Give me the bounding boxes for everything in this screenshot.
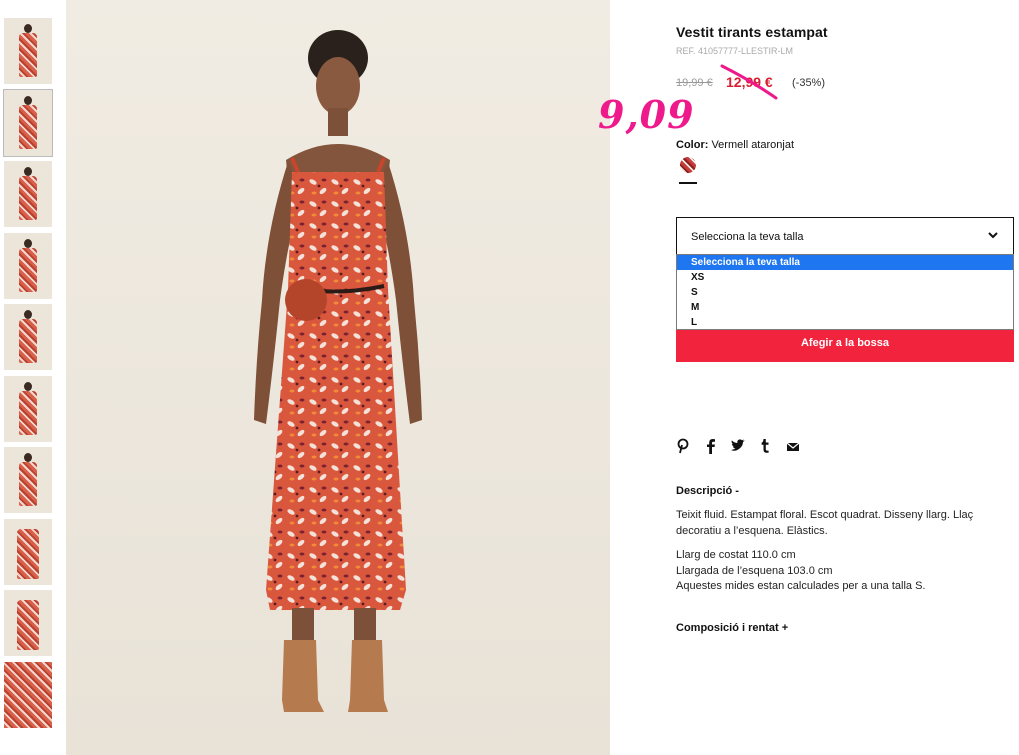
- handwritten-price-annotation: 9,09: [598, 92, 695, 137]
- product-reference: REF. 41057777-LLESTIR-LM: [676, 46, 794, 56]
- size-select-value: Selecciona la teva talla: [691, 231, 804, 243]
- thumbnail-10[interactable]: [4, 661, 52, 728]
- thumbnail-6[interactable]: [4, 375, 52, 442]
- thumbnail-7[interactable]: [4, 447, 52, 513]
- size-option-m[interactable]: M: [677, 300, 1013, 315]
- measurement-note: Aquestes mides estan calculades per a un…: [676, 580, 926, 592]
- tumblr-icon[interactable]: [760, 438, 776, 454]
- product-page: Vestit tirants estampat REF. 41057777-LL…: [0, 0, 1019, 755]
- thumbnail-3[interactable]: [4, 161, 52, 227]
- thumbnail-9[interactable]: [4, 590, 52, 656]
- twitter-icon[interactable]: [730, 438, 746, 454]
- product-photo: [66, 0, 610, 755]
- model-illustration: [254, 30, 422, 712]
- size-dropdown-list: Selecciona la teva talla XS S M L: [676, 254, 1014, 330]
- thumbnail-8[interactable]: [4, 518, 52, 585]
- product-title: Vestit tirants estampat: [676, 24, 828, 40]
- size-option-s[interactable]: S: [677, 285, 1013, 300]
- thumbnail-2[interactable]: [3, 88, 53, 157]
- measurement-side-length: Llarg de costat 110.0 cm: [676, 549, 796, 561]
- swatch-selected-indicator: [679, 182, 697, 184]
- pinterest-icon[interactable]: [676, 438, 692, 454]
- thumbnail-1[interactable]: [4, 18, 52, 84]
- mail-icon[interactable]: [786, 438, 802, 454]
- measurement-back-length: Llargada de l’esquena 103.0 cm: [676, 564, 833, 577]
- measurements: Llarg de costat 110.0 cm Llargada de l’e…: [676, 548, 925, 595]
- floral-swatch-icon[interactable]: [680, 157, 696, 173]
- size-option-placeholder[interactable]: Selecciona la teva talla: [677, 255, 1013, 270]
- color-row: Color: Vermell ataronjat: [676, 139, 794, 151]
- original-price: 19,99 €: [676, 77, 713, 89]
- size-option-xs[interactable]: XS: [677, 270, 1013, 285]
- composition-toggle[interactable]: Composició i rentat +: [676, 622, 788, 634]
- thumbnail-5[interactable]: [4, 304, 52, 370]
- size-option-l[interactable]: L: [677, 315, 1013, 330]
- handwritten-strike-mark: [720, 64, 778, 100]
- thumbnail-4[interactable]: [4, 232, 52, 299]
- color-label: Color:: [676, 139, 709, 151]
- chevron-down-icon: [988, 232, 998, 239]
- color-value: Vermell ataronjat: [711, 139, 794, 151]
- description-text: Teixit fluid. Estampat floral. Escot qua…: [676, 509, 974, 537]
- thumbnail-strip: [3, 18, 53, 733]
- facebook-icon[interactable]: [706, 438, 722, 454]
- size-select[interactable]: Selecciona la teva talla: [676, 217, 1014, 255]
- description-toggle[interactable]: Descripció -: [676, 485, 739, 497]
- discount-badge: (-35%): [792, 77, 826, 89]
